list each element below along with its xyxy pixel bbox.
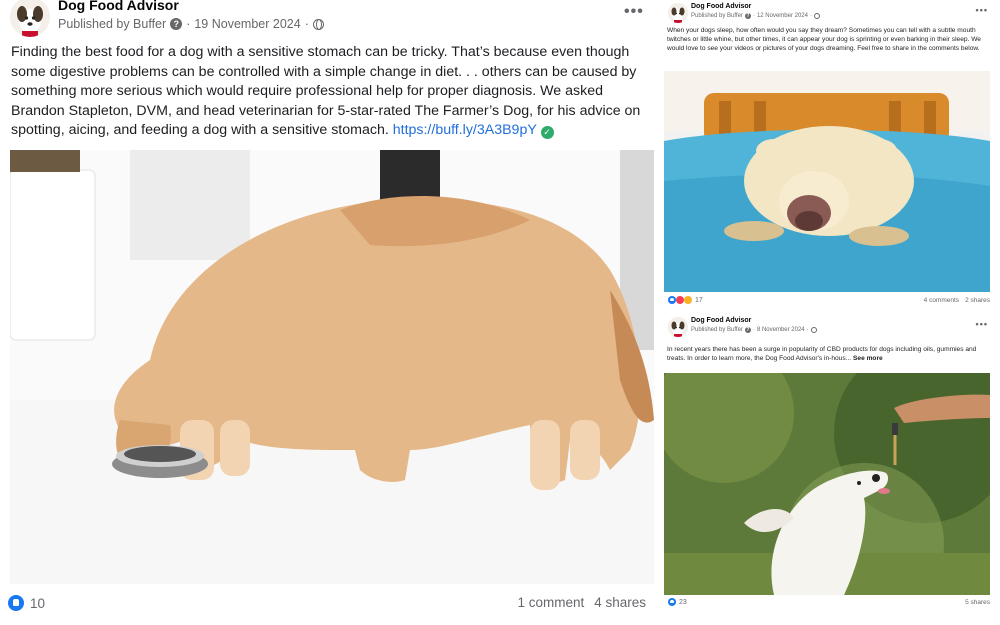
post-text: Finding the best food for a dog with a s…	[11, 43, 651, 141]
post-text-body: In recent years there has been a surge i…	[667, 346, 977, 362]
comments-count[interactable]: 1 comment	[517, 595, 584, 610]
meta-separator: ·	[809, 13, 812, 19]
shares-count[interactable]: 5 shares	[965, 599, 990, 606]
meta-separator: ·	[752, 327, 755, 333]
engagement-stats: 1 comment 4 shares	[517, 595, 646, 610]
meta-separator: ·	[186, 17, 191, 31]
reaction-count: 17	[695, 296, 703, 304]
globe-icon	[813, 13, 820, 19]
verified-check-icon: ✓	[540, 126, 554, 139]
reaction-count: 23	[679, 598, 687, 606]
main-post: Dog Food Advisor Published by Buffer ? ·…	[0, 0, 660, 625]
globe-icon	[810, 327, 817, 333]
like-icon	[668, 598, 676, 606]
engagement-stats: 4 comments 2 shares	[924, 297, 990, 304]
page-name[interactable]: Dog Food Advisor	[58, 0, 179, 13]
meta-separator: ·	[752, 13, 755, 19]
meta-separator: ·	[304, 17, 309, 31]
question-icon[interactable]: ?	[744, 13, 751, 19]
globe-icon	[312, 18, 324, 30]
post-text-body: Finding the best food for a dog with a s…	[11, 44, 641, 138]
post-text: When your dogs sleep, how often would yo…	[667, 27, 981, 52]
like-icon	[668, 296, 676, 304]
post-link[interactable]: https://buff.ly/3A3B9pY	[393, 122, 537, 138]
wow-icon	[684, 296, 692, 304]
more-options-icon[interactable]: •••	[624, 4, 644, 20]
love-icon	[676, 296, 684, 304]
post-date[interactable]: 8 November 2024	[757, 327, 805, 333]
side-post-dreaming-dog: Dog Food Advisor Published by Buffer ? ·…	[660, 0, 1000, 312]
post-photo-sleeping-dog[interactable]	[664, 71, 990, 292]
engagement-stats: 5 shares	[965, 599, 990, 606]
question-icon[interactable]: ?	[744, 327, 751, 333]
reaction-count: 10	[30, 595, 46, 611]
avatar-dog-icon[interactable]	[10, 0, 50, 37]
side-post-cbd-dog: Dog Food Advisor Published by Buffer ? ·…	[660, 314, 1000, 625]
published-by: Published by Buffer	[58, 17, 167, 31]
post-text: In recent years there has been a surge i…	[667, 346, 993, 364]
like-icon	[8, 595, 24, 611]
question-icon[interactable]: ?	[170, 18, 183, 30]
comments-count[interactable]: 4 comments	[924, 297, 959, 304]
post-photo-dog-cbd-dropper[interactable]	[664, 373, 990, 595]
more-options-icon[interactable]: •••	[976, 6, 988, 15]
post-date[interactable]: 12 November 2024	[757, 13, 808, 19]
post-meta: Published by Buffer ? · 19 November 2024…	[58, 17, 324, 31]
reactions-summary[interactable]: 23	[668, 598, 687, 606]
post-photo-dog-eating[interactable]	[10, 150, 654, 584]
meta-separator: ·	[806, 327, 809, 333]
shares-count[interactable]: 4 shares	[594, 595, 646, 610]
avatar-dog-icon[interactable]	[668, 317, 688, 337]
published-by: Published by Buffer	[691, 327, 743, 333]
shares-count[interactable]: 2 shares	[965, 297, 990, 304]
page-name[interactable]: Dog Food Advisor	[691, 3, 751, 10]
post-date[interactable]: 19 November 2024	[194, 17, 300, 31]
post-meta: Published by Buffer ? · 8 November 2024 …	[691, 327, 817, 333]
reactions-summary[interactable]: 17	[668, 296, 703, 304]
see-more-link[interactable]: See more	[853, 355, 883, 362]
more-options-icon[interactable]: •••	[976, 320, 988, 329]
avatar-dog-icon[interactable]	[668, 3, 688, 23]
page-name[interactable]: Dog Food Advisor	[691, 317, 751, 324]
published-by: Published by Buffer	[691, 13, 743, 19]
post-meta: Published by Buffer ? · 12 November 2024…	[691, 13, 820, 19]
reactions-summary[interactable]: 10	[8, 595, 45, 611]
